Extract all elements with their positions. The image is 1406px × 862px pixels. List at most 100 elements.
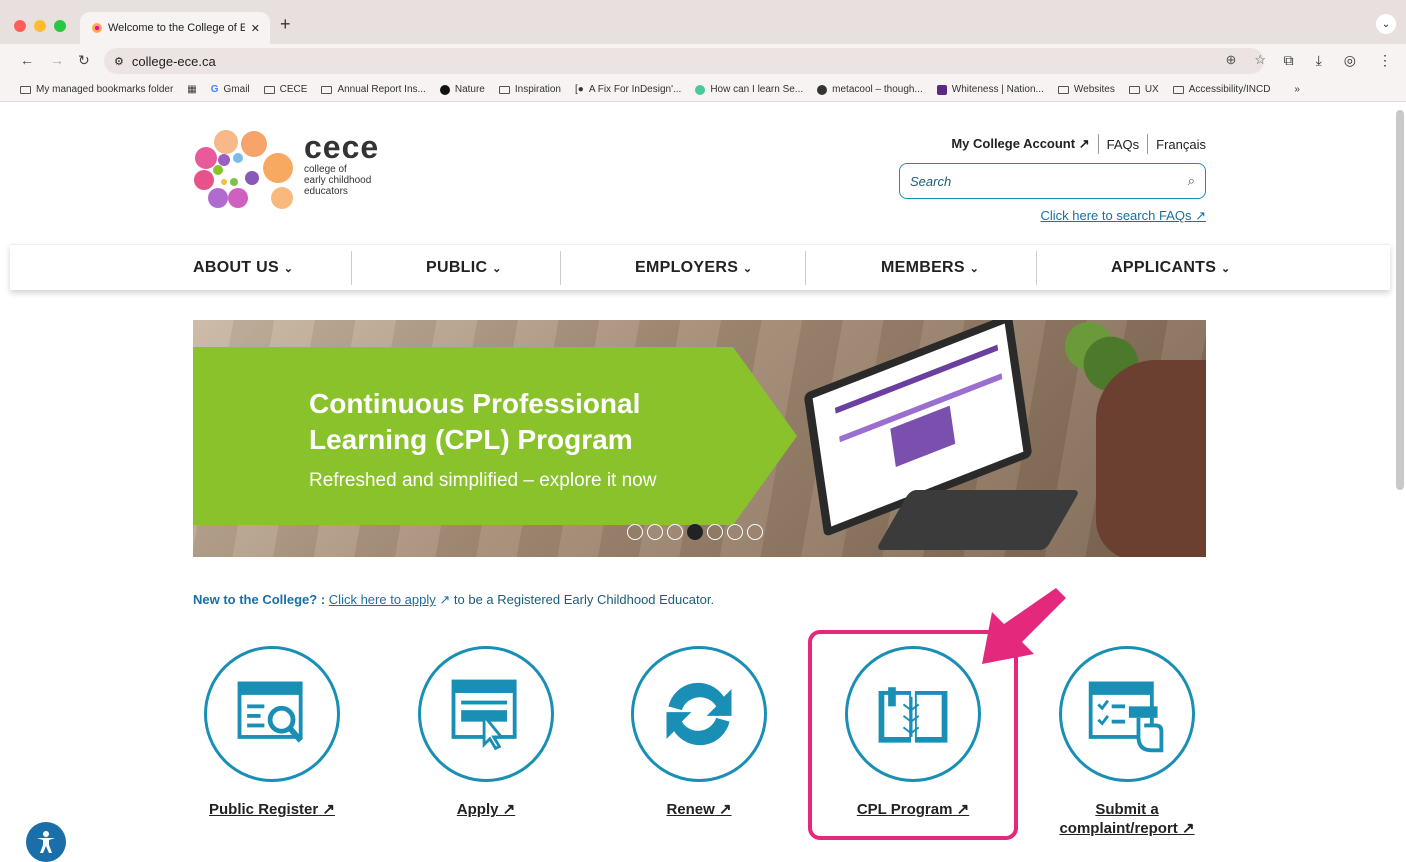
more-bookmarks-button[interactable]: »: [1294, 84, 1300, 95]
bookmark-metacool[interactable]: metacool – though...: [817, 84, 923, 95]
bookmark-label: Accessibility/INCD: [1188, 84, 1271, 95]
address-bar[interactable]: ⚙ college-ece.ca: [104, 48, 1264, 74]
bookmark-managed-folder[interactable]: My managed bookmarks folder: [20, 84, 173, 95]
folder-icon: [263, 85, 275, 94]
nav-label: APPLICANTS: [1111, 259, 1217, 276]
chevron-down-icon: ⌄: [969, 262, 980, 275]
search-icon[interactable]: ⌕: [1188, 173, 1195, 189]
google-icon: G: [210, 84, 219, 95]
carousel-dot-5[interactable]: [707, 524, 723, 540]
site-info-icon[interactable]: ⚙: [114, 55, 124, 68]
logo-wordmark: cece: [304, 129, 380, 165]
close-tab-icon[interactable]: ✕: [251, 22, 260, 35]
forward-button[interactable]: →: [50, 52, 64, 68]
carousel-dot-2[interactable]: [647, 524, 663, 540]
extensions-icon[interactable]: ⧉: [1284, 52, 1294, 69]
profile-icon[interactable]: ◎: [1344, 52, 1356, 69]
nav-label: MEMBERS: [881, 259, 965, 276]
bookmark-websites[interactable]: Websites: [1057, 84, 1115, 95]
checklist-hand-icon: [1088, 681, 1164, 753]
bookmark-learn[interactable]: How can I learn Se...: [695, 84, 803, 95]
tile-label-text: Renew: [666, 801, 715, 818]
download-icon[interactable]: ⤓: [1316, 52, 1322, 69]
bookmark-star-icon[interactable]: ☆: [1254, 52, 1266, 68]
tile-circle[interactable]: [1059, 646, 1195, 782]
logo-text[interactable]: cece college of early childhood educator…: [304, 130, 379, 197]
tile-circle[interactable]: [845, 646, 981, 782]
folder-icon: [498, 85, 510, 94]
window-minimize-button[interactable]: [34, 20, 46, 32]
folder-icon: [1128, 85, 1140, 94]
menu-kebab-icon[interactable]: ⋮: [1378, 52, 1392, 69]
tile-circle[interactable]: [204, 646, 340, 782]
chevron-down-icon: ⌄: [1220, 262, 1231, 275]
browser-tab[interactable]: Welcome to the College of Ea ✕: [80, 12, 270, 44]
back-button[interactable]: ←: [20, 52, 34, 68]
bookmark-label: Gmail: [223, 84, 250, 95]
window-close-button[interactable]: [14, 20, 26, 32]
tile-label[interactable]: Renew ↗: [607, 800, 791, 819]
bookmark-label: metacool – though...: [832, 84, 923, 95]
carousel-dot-6[interactable]: [727, 524, 743, 540]
bookmark-annual-report[interactable]: Annual Report Ins...: [321, 84, 426, 95]
logo-subtitle-1: college of: [304, 164, 347, 175]
folder-icon: [1172, 85, 1184, 94]
chevron-down-icon: ⌄: [283, 262, 294, 275]
new-to-college-text: New to the College? : Click here to appl…: [193, 592, 714, 608]
bookmark-accessibility[interactable]: Accessibility/INCD: [1172, 84, 1271, 95]
carousel-dot-1[interactable]: [627, 524, 643, 540]
tile-label[interactable]: Public Register ↗: [180, 800, 364, 819]
whiteness-icon: [936, 84, 947, 95]
search-input[interactable]: Search ⌕: [899, 163, 1206, 199]
nav-label: PUBLIC: [426, 259, 488, 276]
faqs-link[interactable]: FAQs: [1107, 137, 1140, 152]
chevron-down-icon: ⌄: [492, 262, 502, 275]
hero-title[interactable]: Continuous Professional Learning (CPL) P…: [309, 386, 729, 458]
apps-grid-icon[interactable]: ▦: [187, 84, 196, 95]
external-link-icon: ↗: [718, 801, 732, 818]
search-faqs-link[interactable]: Click here to search FAQs ↗: [1040, 208, 1206, 224]
cece-logo-icon[interactable]: [192, 128, 302, 210]
nav-public[interactable]: PUBLIC ⌄: [426, 245, 502, 291]
carousel-dot-3[interactable]: [667, 524, 683, 540]
accessibility-button[interactable]: [26, 822, 66, 862]
bookmark-label: Nature: [454, 84, 485, 95]
learn-icon: [695, 84, 706, 95]
my-college-account-link[interactable]: My College Account ↗: [951, 136, 1089, 152]
tile-label[interactable]: Submit a complaint/report ↗: [1035, 800, 1219, 838]
scrollbar[interactable]: [1396, 110, 1404, 490]
tile-circle[interactable]: [418, 646, 554, 782]
bookmark-gmail[interactable]: G Gmail: [211, 84, 250, 95]
new-tab-button[interactable]: +: [280, 14, 291, 35]
bookmark-inspiration[interactable]: Inspiration: [498, 84, 561, 95]
bookmark-indesign[interactable]: [● A Fix For InDesign'...: [575, 84, 681, 95]
nav-members[interactable]: MEMBERS ⌄: [881, 245, 979, 291]
bookmark-label: Inspiration: [514, 84, 561, 95]
account-link-label: My College Account: [951, 136, 1076, 151]
language-link[interactable]: Français: [1156, 137, 1206, 152]
favicon-icon: [92, 23, 102, 33]
search-placeholder: Search: [910, 173, 952, 189]
carousel-dot-7[interactable]: [747, 524, 763, 540]
bookmark-label: CECE: [279, 84, 308, 95]
tile-label[interactable]: CPL Program ↗: [821, 800, 1005, 819]
carousel-dot-4[interactable]: [687, 524, 703, 540]
apply-click-icon: [451, 679, 517, 751]
reload-button[interactable]: ↻: [78, 52, 90, 69]
nav-about-us[interactable]: ABOUT US ⌄: [193, 245, 293, 291]
bookmark-cece[interactable]: CECE: [263, 84, 308, 95]
click-here-to-apply-link[interactable]: Click here to apply: [329, 592, 436, 607]
nature-icon: [439, 84, 450, 95]
window-maximize-button[interactable]: [54, 20, 66, 32]
nav-employers[interactable]: EMPLOYERS ⌄: [635, 245, 752, 291]
hero-carousel[interactable]: Continuous Professional Learning (CPL) P…: [193, 320, 1206, 557]
tab-search-button[interactable]: ⌄: [1376, 14, 1396, 34]
tile-label[interactable]: Apply ↗: [394, 800, 578, 819]
bookmark-whiteness[interactable]: Whiteness | Nation...: [936, 84, 1044, 95]
nav-applicants[interactable]: APPLICANTS ⌄: [1111, 245, 1231, 291]
utility-links: My College Account ↗ FAQs Français: [951, 134, 1206, 154]
bookmark-nature[interactable]: Nature: [439, 84, 485, 95]
tile-circle[interactable]: [631, 646, 767, 782]
bookmark-ux[interactable]: UX: [1128, 84, 1159, 95]
zoom-icon[interactable]: ⊕: [1225, 52, 1236, 68]
